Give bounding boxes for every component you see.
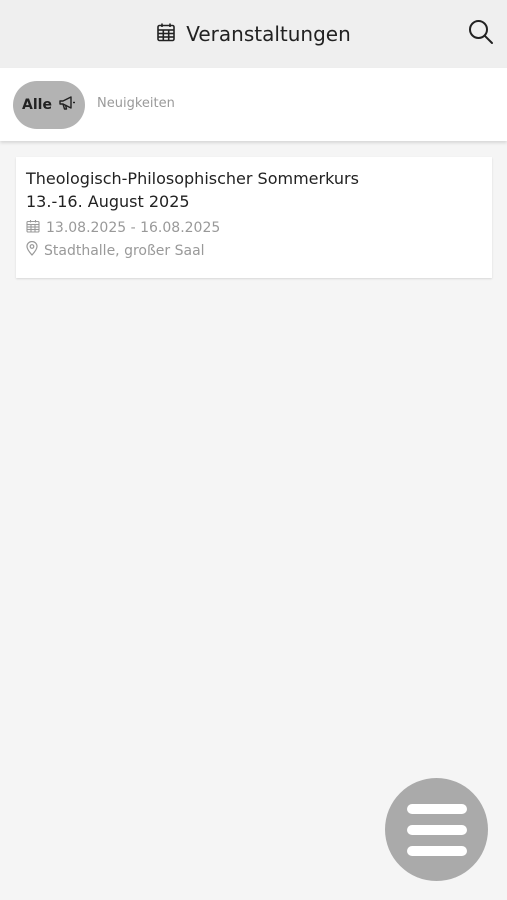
app-header: Veranstaltungen xyxy=(0,0,507,68)
menu-icon-bar xyxy=(406,824,467,835)
event-title-line1: Theologisch-Philosophischer Sommerkurs xyxy=(26,169,359,188)
calendar-icon xyxy=(156,22,176,47)
event-title: Theologisch-Philosophischer Sommerkurs 1… xyxy=(26,167,482,213)
megaphone-icon xyxy=(58,94,76,116)
page-title: Veranstaltungen xyxy=(156,22,351,47)
filter-bar: Alle Neuigkeiten xyxy=(0,68,507,141)
filter-chip-label: Alle xyxy=(22,97,52,113)
event-title-line2: 13.-16. August 2025 xyxy=(26,192,190,211)
menu-button[interactable] xyxy=(385,778,488,881)
event-date-text: 13.08.2025 - 16.08.2025 xyxy=(46,220,221,236)
event-card[interactable]: Theologisch-Philosophischer Sommerkurs 1… xyxy=(16,157,492,278)
search-icon xyxy=(468,19,494,49)
search-button[interactable] xyxy=(467,20,495,48)
event-location: Stadthalle, großer Saal xyxy=(26,240,482,260)
filter-chip-neuigkeiten[interactable]: Neuigkeiten xyxy=(97,96,175,111)
filter-chip-alle[interactable]: Alle xyxy=(13,81,85,129)
menu-icon-bar xyxy=(406,845,467,856)
location-pin-icon xyxy=(26,240,38,260)
calendar-icon xyxy=(26,219,40,237)
page-title-text: Veranstaltungen xyxy=(186,22,351,46)
event-date: 13.08.2025 - 16.08.2025 xyxy=(26,219,482,237)
event-location-text: Stadthalle, großer Saal xyxy=(44,242,205,259)
menu-icon xyxy=(406,803,467,814)
